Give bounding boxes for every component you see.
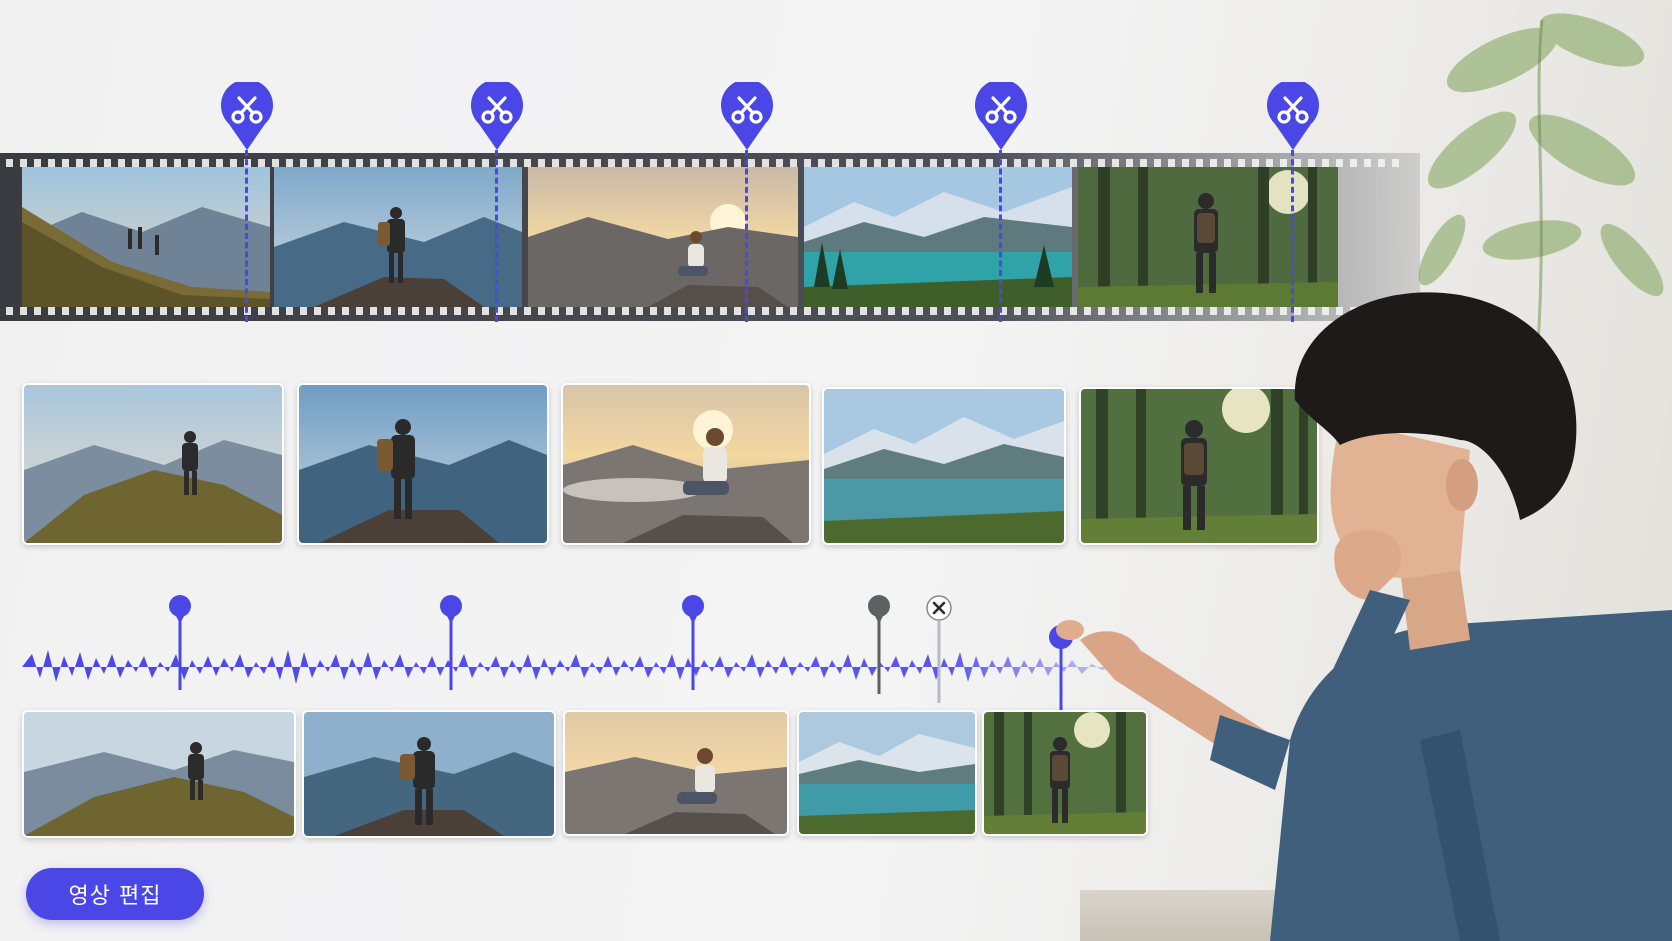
scene-thumbnail: [304, 712, 554, 836]
cut-marker-2[interactable]: [469, 82, 525, 152]
clip-card-4[interactable]: [822, 387, 1066, 545]
scene-thumbnail: [24, 712, 294, 836]
scene-thumbnail: [799, 712, 975, 834]
scene-thumbnail: [299, 385, 547, 543]
video-editor-canvas: 영상 편집: [0, 0, 1672, 941]
clip-card-1[interactable]: [22, 383, 284, 545]
scene-thumbnail: [528, 167, 798, 307]
scene-thumbnail: [274, 167, 522, 307]
sprocket-row-top: [6, 159, 1406, 167]
audio-marker-inactive[interactable]: [867, 594, 891, 694]
clip-card-2[interactable]: [297, 383, 549, 545]
scene-thumbnail: [824, 389, 1064, 543]
cut-line-2: [495, 150, 498, 322]
edit-video-button[interactable]: 영상 편집: [26, 868, 204, 920]
film-frame-2[interactable]: [274, 167, 522, 307]
trimmed-clip-4[interactable]: [797, 710, 977, 836]
cut-marker-1[interactable]: [219, 82, 275, 152]
cut-line-3: [745, 150, 748, 322]
scene-thumbnail: [804, 167, 1072, 307]
trimmed-clip-1[interactable]: [22, 710, 296, 838]
person-editing-illustration: [1056, 292, 1672, 941]
trimmed-clip-2[interactable]: [302, 710, 556, 838]
audio-marker-1[interactable]: [168, 594, 192, 690]
audio-marker-3[interactable]: [681, 594, 705, 690]
audio-marker-2[interactable]: [439, 594, 463, 690]
film-frame-4[interactable]: [804, 167, 1072, 307]
scene-thumbnail: [24, 385, 282, 543]
cut-marker-4[interactable]: [973, 82, 1029, 152]
scene-thumbnail: [563, 385, 809, 543]
clip-card-3[interactable]: [561, 383, 811, 545]
cut-line-1: [245, 150, 248, 322]
scene-thumbnail: [565, 712, 787, 834]
remove-marker[interactable]: [925, 595, 953, 703]
film-frame-3[interactable]: [528, 167, 798, 307]
trimmed-clip-3[interactable]: [563, 710, 789, 836]
cut-line-4: [999, 150, 1002, 322]
scene-thumbnail: [22, 167, 270, 307]
film-frame-1[interactable]: [22, 167, 270, 307]
cut-marker-5[interactable]: [1265, 82, 1321, 152]
cut-marker-3[interactable]: [719, 82, 775, 152]
